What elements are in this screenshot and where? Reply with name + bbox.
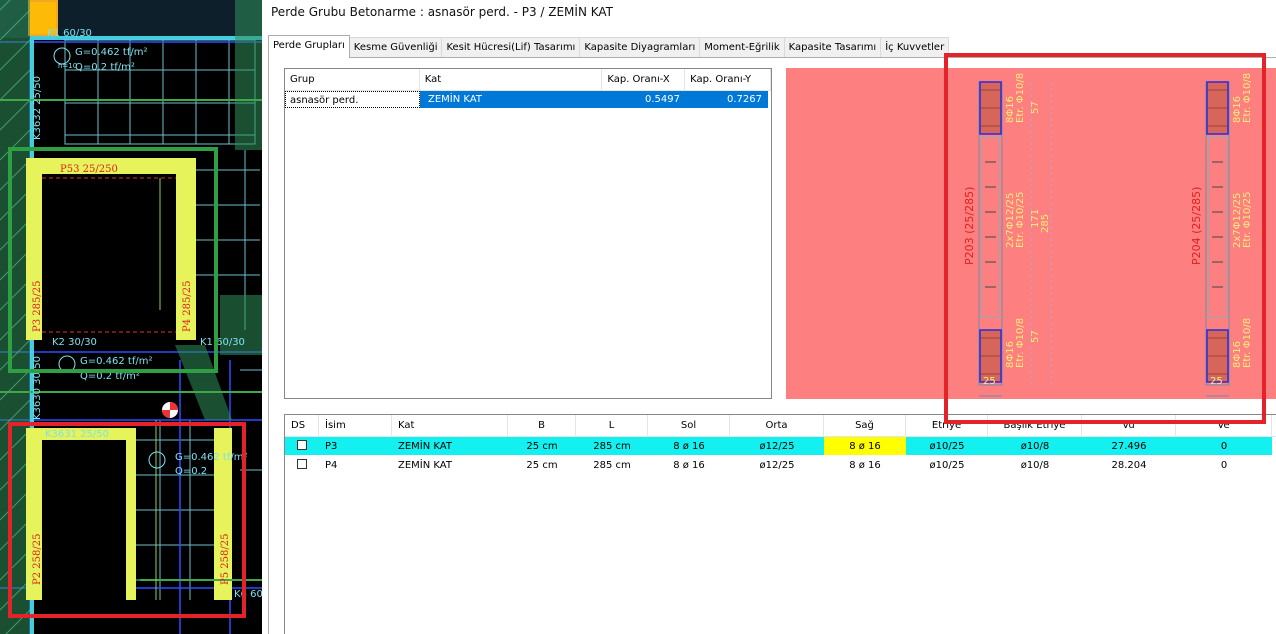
header-etriye[interactable]: Etriye [906, 415, 988, 436]
cad-label-p3: P3 285/25 [32, 281, 43, 332]
cad-label-k3632: K3632 25/50 [32, 76, 43, 140]
cell-isim: P3 [319, 437, 392, 455]
cell-grup: asnasör perd. [285, 91, 420, 108]
cell-l: 285 cm [576, 437, 648, 455]
group-table[interactable]: Grup Kat Kap. Oranı-X Kap. Oranı-Y asnas… [284, 68, 772, 399]
cad-label-p2: P2 258/25 [32, 534, 43, 585]
cell-ve: 0 [1176, 437, 1272, 455]
wall-b-name: P204 (25/285) [1190, 187, 1203, 265]
window-title: Perde Grubu Betonarme : asnasör perd. - … [271, 5, 614, 19]
table-row[interactable]: P4 ZEMİN KAT 25 cm 285 cm 8 ø 16 ø12/25 … [285, 456, 1276, 475]
cad-label-p53: P53 25/250 [60, 164, 118, 175]
cell-kat: ZEMİN KAT [398, 460, 452, 471]
section-preview-svg: P203 (25/285) P204 (25/285) 8Φ16 Etr. Φ1… [963, 73, 1253, 397]
cell-l: 285 cm [593, 460, 631, 471]
cad-label-k3630: K3630 30/50 [32, 356, 43, 420]
header-kap-x[interactable]: Kap. Oranı-X [602, 69, 686, 90]
tab-moment-egrilik[interactable]: Moment-Eğrilik [699, 37, 785, 58]
cell-sag: 8 ø 16 [849, 460, 881, 471]
cell-ve: 0 [1220, 460, 1228, 471]
cell-etriye: ø10/25 [906, 437, 988, 455]
tab-kapasite-tasarimi[interactable]: Kapasite Tasarımı [783, 37, 882, 58]
tab-kesit-hucresi[interactable]: Kesit Hücresi(Lif) Tasarımı [441, 37, 581, 58]
cad-label-k1-mid: K1 60/30 [200, 337, 245, 348]
cad-drawing-panel[interactable]: K1 60/30 G=0.462 tf/m² Q=0.2 tf/m² K2 30… [0, 0, 262, 634]
header-sol[interactable]: Sol [648, 415, 730, 436]
cad-label-p5: P5 258/25 [220, 534, 231, 585]
cad-label-k6: K6 60 [234, 589, 262, 600]
header-ve[interactable]: Ve [1176, 415, 1272, 436]
tab-ic-kuvvetler[interactable]: İç Kuvvetler [880, 37, 950, 58]
wall-table[interactable]: DS İsim Kat B L Sol Orta Sağ Etriye Başl… [284, 414, 1276, 634]
wall-a-dim-total: 285 [1040, 214, 1051, 233]
wall-a-width: 25 [983, 376, 996, 387]
tab-kesme-guvenligi[interactable]: Kesme Güvenliği [348, 37, 443, 58]
ds-checkbox-cell [285, 456, 319, 474]
cell-kat: ZEMİN KAT [420, 91, 603, 108]
wall-a-mid-stirrup: Etr. Φ10/25 [1015, 192, 1026, 248]
cell-baslik-etriye: ø10/8 [1020, 460, 1050, 471]
wall-b-top-stirrup: Etr. Φ10/8 [1242, 73, 1253, 123]
cad-label-load-g3: G=0.462 tf/m² [175, 452, 248, 463]
cad-label-k3631: K3631 25/50 [45, 429, 109, 440]
cell-b: 25 cm [526, 460, 558, 471]
wall-a-bot-stirrup: Etr. Φ10/8 [1015, 318, 1026, 368]
cad-plan-svg: K1 60/30 G=0.462 tf/m² Q=0.2 tf/m² K2 30… [0, 0, 262, 634]
cad-label-load-g2: G=0.462 tf/m² [80, 356, 153, 367]
cell-kap-y: 0.7267 [686, 91, 768, 108]
cell-sol: 8 ø 16 [673, 460, 705, 471]
wall-a-name: P203 (25/285) [963, 187, 976, 265]
cad-label-k1-top: K1 60/30 [47, 28, 92, 39]
cell-orta: ø12/25 [759, 460, 795, 471]
header-kap-y[interactable]: Kap. Oranı-Y [685, 69, 771, 90]
header-ds[interactable]: DS [285, 415, 319, 436]
header-kat[interactable]: Kat [392, 415, 508, 436]
cell-kat: ZEMİN KAT [392, 437, 508, 455]
header-kat[interactable]: Kat [420, 69, 603, 90]
cell-baslik-etriye: ø10/8 [988, 437, 1082, 455]
header-grup[interactable]: Grup [285, 69, 420, 90]
header-b[interactable]: B [508, 415, 576, 436]
wall-a-dim-bot: 57 [1030, 330, 1041, 343]
cad-label-load-q2: Q=0.2 tf/m² [80, 371, 140, 382]
wall-table-header: DS İsim Kat B L Sol Orta Sağ Etriye Başl… [285, 415, 1276, 437]
wall-b-width: 25 [1210, 376, 1223, 387]
cad-label-p4: P4 285/25 [182, 281, 193, 332]
cell-sag: 8 ø 16 [824, 437, 906, 455]
header-isim[interactable]: İsim [319, 415, 392, 436]
wall-a-dim-top: 57 [1030, 101, 1041, 114]
tab-kapasite-diyagramlari[interactable]: Kapasite Diyagramları [579, 37, 701, 58]
table-row[interactable]: P3 ZEMİN KAT 25 cm 285 cm 8 ø 16 ø12/25 … [285, 437, 1276, 456]
cell-orta: ø12/25 [730, 437, 824, 455]
header-vu[interactable]: Vu [1082, 415, 1176, 436]
wall-b-bot-stirrup: Etr. Φ10/8 [1242, 318, 1253, 368]
cell-etriye: ø10/25 [929, 460, 965, 471]
header-orta[interactable]: Orta [730, 415, 824, 436]
tab-strip: Perde Grupları Kesme Güvenliği Kesit Hüc… [268, 35, 950, 58]
cad-label-h1: h=10 [58, 62, 77, 70]
ds-checkbox[interactable] [297, 440, 307, 450]
section-preview[interactable]: P203 (25/285) P204 (25/285) 8Φ16 Etr. Φ1… [786, 68, 1276, 399]
table-row[interactable]: asnasör perd. ZEMİN KAT 0.5497 0.7267 [285, 91, 771, 108]
header-baslik-etriye[interactable]: Başlık Etriye [988, 415, 1082, 436]
cell-sol: 8 ø 16 [648, 437, 730, 455]
cell-vu: 27.496 [1082, 437, 1176, 455]
cad-label-k2: K2 30/30 [52, 337, 97, 348]
cad-label-load-q3: Q=0.2 [175, 466, 207, 477]
cell-kap-x: 0.5497 [603, 91, 686, 108]
group-table-header: Grup Kat Kap. Oranı-X Kap. Oranı-Y [285, 69, 771, 91]
header-sag[interactable]: Sağ [824, 415, 906, 436]
cell-vu: 28.204 [1111, 460, 1147, 471]
cell-b: 25 cm [508, 437, 576, 455]
wall-b-mid-stirrup: Etr. Φ10/25 [1242, 192, 1253, 248]
ds-checkbox[interactable] [297, 459, 307, 469]
ds-checkbox-cell [285, 437, 319, 455]
cad-label-load-q1: Q=0.2 tf/m² [75, 62, 135, 73]
app-root: K1 60/30 G=0.462 tf/m² Q=0.2 tf/m² K2 30… [0, 0, 1276, 634]
cad-label-load-g1: G=0.462 tf/m² [75, 47, 148, 58]
header-l[interactable]: L [576, 415, 648, 436]
tab-perde-gruplari[interactable]: Perde Grupları [268, 35, 350, 58]
cell-isim: P4 [325, 460, 338, 471]
wall-a-top-stirrup: Etr. Φ10/8 [1015, 73, 1026, 123]
